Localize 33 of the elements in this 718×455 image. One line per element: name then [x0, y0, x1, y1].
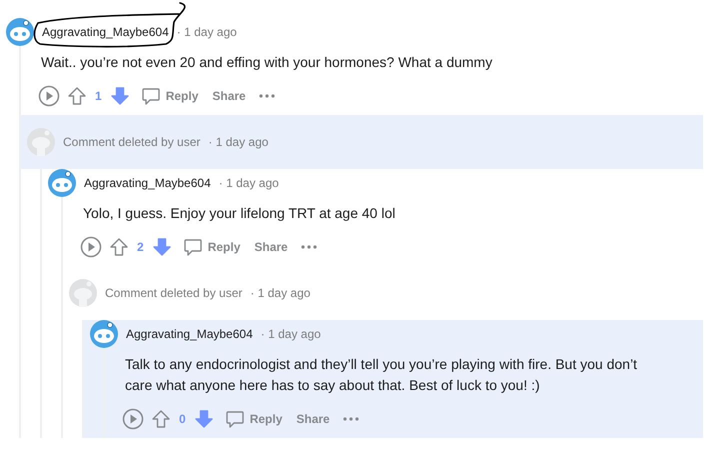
share-button[interactable]: Share [207, 85, 251, 107]
comment-icon[interactable] [182, 237, 203, 257]
timestamp: · 1 day ago [176, 25, 237, 39]
avatar-icon[interactable] [90, 320, 118, 348]
reply-button[interactable]: Reply [178, 233, 246, 261]
timestamp: · 1 day ago [218, 176, 279, 190]
comment-text: Wait.. you’re not even 20 and effing with your hormones? What a dummy [41, 53, 494, 72]
reply-button[interactable]: Reply [136, 82, 204, 110]
username-link[interactable]: Aggravating_Maybe604 [42, 25, 169, 39]
timestamp: · 1 day ago [260, 327, 321, 341]
timestamp: · 1 day ago [250, 286, 310, 300]
avatar-icon [69, 279, 97, 307]
play-icon[interactable] [121, 407, 145, 431]
timestamp: · 1 day ago [208, 135, 268, 149]
play-icon[interactable] [37, 84, 61, 108]
share-button[interactable]: Share [291, 408, 335, 430]
avatar-icon [27, 128, 55, 156]
vote-count: 1 [95, 89, 102, 103]
avatar-icon[interactable] [6, 18, 34, 46]
avatar-icon[interactable] [48, 169, 76, 197]
comment-text: Talk to any endocrinologist and they’ll tell you you’re playing with fire. But you don’t care what anyone here has to say about that. Best of luck to you! :) [125, 355, 638, 395]
deleted-notice: Comment deleted by user [105, 286, 242, 300]
vote-count: 2 [137, 240, 144, 254]
play-icon[interactable] [79, 235, 103, 259]
reply-button[interactable]: Reply [220, 405, 288, 433]
username-link[interactable]: Aggravating_Maybe604 [126, 327, 253, 341]
deleted-notice: Comment deleted by user [63, 135, 200, 149]
username-link[interactable]: Aggravating_Maybe604 [84, 176, 211, 190]
comment-icon[interactable] [140, 86, 161, 106]
comment-icon[interactable] [224, 409, 245, 429]
comment-text: Yolo, I guess. Enjoy your lifelong TRT at age 40 lol [83, 204, 396, 223]
share-button[interactable]: Share [249, 236, 293, 258]
vote-count: 0 [179, 412, 186, 426]
